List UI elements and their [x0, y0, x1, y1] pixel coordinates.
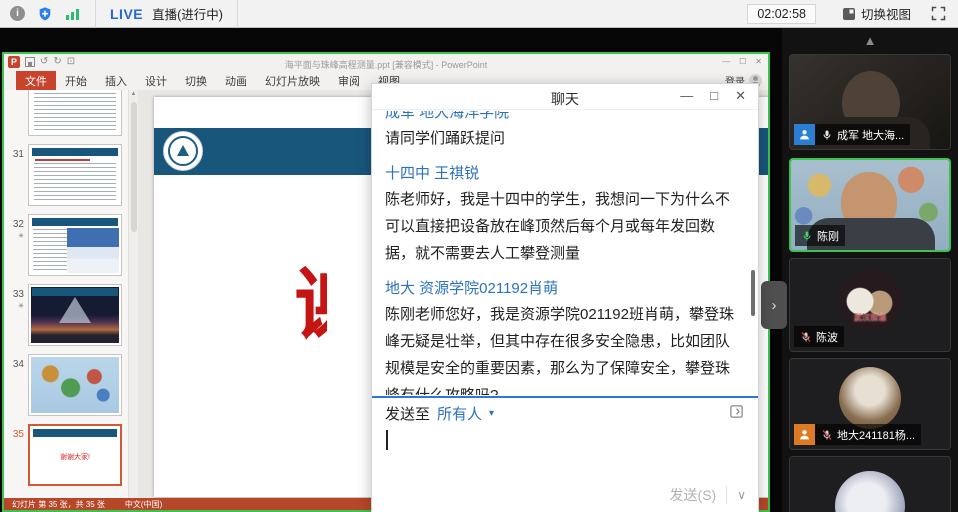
slide-thumbnail-31[interactable]: 31	[6, 144, 128, 208]
shield-icon[interactable]	[37, 6, 53, 22]
tab-transitions[interactable]: 切换	[176, 71, 216, 91]
tab-file[interactable]: 文件	[16, 71, 56, 91]
slide-number: 35	[13, 429, 24, 440]
ppt-close-button[interactable]: ✕	[755, 57, 762, 66]
chat-title-bar: 聊天 — □ ✕	[372, 84, 758, 110]
tab-animations[interactable]: 动画	[216, 71, 256, 91]
send-options-chevron[interactable]: ∨	[737, 488, 746, 502]
tab-design[interactable]: 设计	[136, 71, 176, 91]
participant-name: 陈刚	[817, 228, 839, 244]
mic-muted-icon	[800, 331, 812, 343]
chat-window: 聊天 — □ ✕ 成军 地大海洋学院 请同学们踊跃提问 十四中 王祺锐 陈老师好…	[372, 84, 758, 512]
co-host-badge-icon	[794, 424, 815, 445]
slide-number: 32	[13, 219, 24, 230]
chat-close-button[interactable]: ✕	[735, 88, 746, 104]
slide-number: 33	[13, 289, 24, 300]
participant-name: 成军 地大海...	[837, 127, 904, 143]
ppt-restore-button[interactable]: ☐	[739, 57, 746, 66]
mic-icon	[821, 129, 833, 141]
message-sender: 成军 地大海洋学院	[385, 111, 741, 122]
top-bar-right: 02:02:58 切换视图	[747, 4, 958, 24]
message-text: 请同学们踊跃提问	[385, 125, 741, 152]
chat-footer: 发送(S) ∨	[670, 485, 746, 505]
host-badge-icon	[794, 124, 815, 145]
participant-avatar: 武汉加油	[839, 269, 901, 331]
switch-view-button[interactable]: 切换视图	[842, 4, 911, 23]
participant-name: 地大241181杨...	[837, 427, 915, 443]
tab-home[interactable]: 开始	[56, 71, 96, 91]
tab-insert[interactable]: 插入	[96, 71, 136, 91]
live-status-text: 直播(进行中)	[152, 4, 223, 23]
ppt-window-title: 海平面与珠峰高程测量.ppt [兼容模式] - PowerPoint	[4, 58, 768, 71]
message-sender: 十四中 王祺锐	[385, 162, 741, 183]
top-bar: i LIVE 直播(进行中) 02:02:58	[0, 0, 958, 28]
university-logo	[163, 131, 203, 171]
participant-tile-3[interactable]: 武汉加油 陈波	[789, 258, 951, 352]
tab-review[interactable]: 审阅	[329, 71, 369, 91]
participant-tile-4[interactable]: 地大241181杨...	[789, 358, 951, 450]
animation-star-icon: ✳	[6, 232, 24, 240]
slide-panel-scrollbar[interactable]: ▲	[128, 90, 138, 498]
chat-maximize-button[interactable]: □	[710, 88, 718, 104]
chat-window-controls: — □ ✕	[680, 88, 746, 104]
scroll-up-arrow[interactable]: ▲	[782, 33, 958, 48]
participants-sidebar: ▲ 成军 地大海...	[782, 28, 958, 512]
meeting-app: i LIVE 直播(进行中) 02:02:58	[0, 0, 958, 512]
switch-view-icon	[842, 7, 856, 21]
ppt-minimize-button[interactable]: —	[722, 57, 730, 66]
mic-active-icon	[801, 230, 813, 242]
network-signal-icon[interactable]	[65, 7, 81, 21]
ppt-window-controls: — ☐ ✕	[722, 57, 762, 66]
slide-thumbnail-34[interactable]: 34	[6, 354, 128, 418]
slide-thumbnail-32[interactable]: 32 ✳	[6, 214, 128, 278]
language-status: 中文(中国)	[125, 499, 162, 510]
slide-thumbnail-panel: 30 31	[4, 90, 128, 498]
chat-minimize-button[interactable]: —	[680, 88, 693, 104]
fullscreen-icon	[931, 6, 946, 21]
slide-count-status: 幻灯片 第 35 张，共 35 张	[12, 499, 105, 510]
divider	[726, 486, 727, 504]
slide-thumbnail-33[interactable]: 33 ✳	[6, 284, 128, 348]
live-status-group: LIVE 直播(进行中)	[95, 0, 238, 28]
mic-muted-icon	[821, 429, 833, 441]
participant-tile-5[interactable]	[789, 456, 951, 512]
send-button[interactable]: 发送(S)	[670, 485, 717, 505]
chat-message-list: 成军 地大海洋学院 请同学们踊跃提问 十四中 王祺锐 陈老师好，我是十四中的学生…	[385, 111, 741, 395]
sidebar-collapse-handle[interactable]: ›	[761, 281, 787, 329]
participant-name: 陈波	[816, 329, 838, 345]
slide-thumbnail-30[interactable]: 30	[6, 90, 128, 138]
slide-closing-text-partial: 谢谢大家!	[294, 265, 327, 351]
slide-thumbnail-35-current[interactable]: 35 谢谢大家!	[6, 424, 128, 488]
participant-avatar	[839, 367, 901, 429]
tab-slideshow[interactable]: 幻灯片放映	[256, 71, 329, 91]
meeting-timer: 02:02:58	[747, 4, 816, 24]
live-badge: LIVE	[110, 6, 143, 22]
participant-tile-2-active-speaker[interactable]: 陈刚	[789, 158, 951, 252]
chat-scrollbar-thumb[interactable]	[751, 270, 755, 316]
animation-star-icon: ✳	[6, 302, 24, 310]
slide-number: 34	[13, 359, 24, 370]
participant-avatar	[835, 471, 905, 512]
chat-input-area[interactable]	[380, 416, 750, 474]
switch-view-label: 切换视图	[861, 4, 911, 23]
message-text: 陈刚老师您好，我是资源学院021192班肖萌，攀登珠峰无疑是壮举，但其中存在很多…	[385, 301, 741, 395]
fullscreen-button[interactable]	[931, 6, 946, 21]
info-icon[interactable]: i	[10, 6, 25, 21]
avatar-caption: 武汉加油	[839, 312, 901, 323]
participant-tile-1[interactable]: 成军 地大海...	[789, 54, 951, 150]
ppt-title-bar: P ↺ ↻ ⊡ 海平面与珠峰高程测量.ppt [兼容模式] - PowerPoi…	[4, 54, 768, 72]
input-focus-divider	[372, 396, 758, 398]
message-sender: 地大 资源学院021192肖萌	[385, 277, 741, 298]
slide-number: 31	[13, 149, 24, 160]
thumb-closing-text: 谢谢大家!	[30, 452, 120, 462]
message-text: 陈老师好，我是十四中的学生，我想问一下为什么不可以直接把设备放在峰顶然后每个月或…	[385, 186, 741, 267]
